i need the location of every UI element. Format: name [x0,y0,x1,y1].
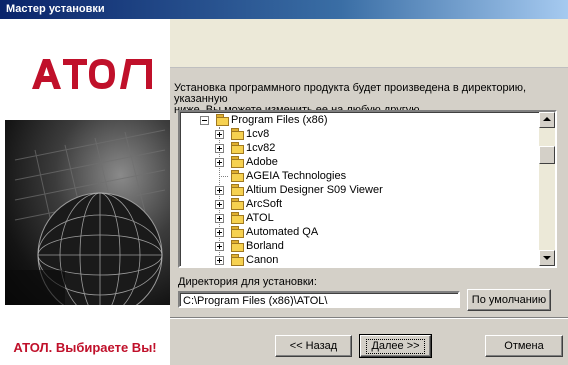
expand-icon[interactable] [215,242,224,251]
expand-icon[interactable] [215,214,224,223]
tree-item-label: 1cv8 [246,128,270,140]
keyboard-globe-image [5,120,170,305]
tree-item-label: 1cv82 [246,142,276,154]
expand-icon[interactable] [215,130,224,139]
separator-line [170,317,568,319]
expand-icon[interactable] [215,186,224,195]
install-dir-field[interactable]: C:\Program Files (x86)\ATOL\ [178,291,460,308]
folder-icon [231,254,244,266]
folder-icon [231,128,244,140]
tree-item-label: Borland [246,240,284,252]
tree-item-label: ArcSoft [246,198,283,210]
expand-icon[interactable] [215,200,224,209]
tree-item[interactable]: 1cv8 [180,127,535,141]
expand-icon[interactable] [215,228,224,237]
tree-item-label: Automated QA [246,226,319,238]
scroll-down-icon [543,256,551,260]
tree-item[interactable]: ArcSoft [180,197,535,211]
scroll-up-button[interactable] [539,112,555,128]
directory-tree[interactable]: Program Files (x86) 1cv8 1cv82 Adobe AGEIA T… [178,110,557,268]
tree-item[interactable]: Altium Designer S09 Viewer [180,183,535,197]
folder-icon [231,142,244,154]
scroll-down-button[interactable] [539,250,555,266]
atol-logo [32,59,152,89]
folder-icon [231,240,244,252]
folder-icon [231,156,244,168]
tree-connector [219,176,228,178]
content-panel: Установка программного продукта будет пр… [170,19,568,365]
tree-root-item[interactable]: Program Files (x86) [180,113,535,127]
tree-item[interactable]: ATOL [180,211,535,225]
folder-icon [231,226,244,238]
brand-slogan: АТОЛ. Выбираете Вы! [13,340,157,355]
folder-icon [231,212,244,224]
expand-icon[interactable] [215,158,224,167]
tree-item[interactable]: 1cv82 [180,141,535,155]
tree-item-label: Canon [246,254,279,266]
tree-item[interactable]: Borland [180,239,535,253]
next-button[interactable]: Далее >> [359,334,432,358]
branding-panel: АТОЛ. Выбираете Вы! [0,19,171,365]
folder-icon [231,170,244,182]
tree-item[interactable]: Automated QA [180,225,535,239]
collapse-icon[interactable] [200,116,209,125]
header-strip [170,19,568,68]
scroll-up-icon [543,117,551,121]
folder-icon [231,184,244,196]
back-button[interactable]: << Назад [275,335,352,357]
title-bar[interactable]: Мастер установки [0,0,568,19]
folder-icon [231,198,244,210]
tree-item[interactable]: AGEIA Technologies [180,169,535,183]
tree-item[interactable]: Canon [180,253,535,266]
tree-item-label: Program Files (x86) [231,114,328,126]
install-dir-label: Директория для установки: [178,276,317,288]
tree-item-label: AGEIA Technologies [246,170,347,182]
tree-item-label: ATOL [246,212,274,224]
expand-icon[interactable] [215,256,224,265]
expand-icon[interactable] [215,144,224,153]
scroll-thumb[interactable] [539,146,555,164]
next-button-label: Далее >> [366,339,425,354]
tree-item-label: Adobe [246,156,278,168]
window-title: Мастер установки [6,3,105,15]
tree-item[interactable]: Adobe [180,155,535,169]
folder-icon [216,114,229,126]
tree-item-label: Altium Designer S09 Viewer [246,184,383,196]
tree-scrollbar[interactable] [539,112,555,266]
cancel-button[interactable]: Отмена [485,335,563,357]
default-dir-button[interactable]: По умолчанию [467,289,551,311]
